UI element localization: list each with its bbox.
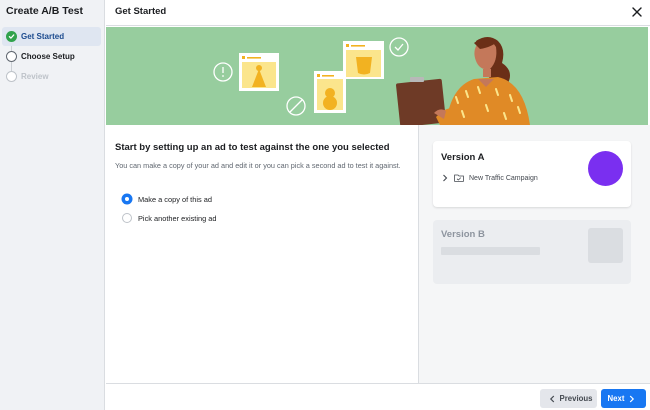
check-circle-icon	[6, 31, 17, 42]
radio-button-selected[interactable]	[122, 194, 132, 204]
next-label: Next	[607, 394, 625, 403]
campaign-row[interactable]: New Traffic Campaign	[441, 174, 538, 182]
banner-illustration	[106, 27, 648, 125]
next-button[interactable]: Next	[601, 389, 646, 408]
step-choose-setup[interactable]: Choose Setup	[2, 47, 101, 66]
version-a-card[interactable]: Version A New Traffic Campaign	[433, 141, 631, 207]
placeholder-text-bar	[441, 247, 540, 255]
option-label: Make a copy of this ad	[138, 194, 212, 204]
folder-check-icon	[454, 174, 464, 182]
radio-button[interactable]	[122, 213, 132, 223]
sidebar: Create A/B Test Get Started Choose Setup…	[0, 0, 105, 410]
option-copy-ad[interactable]: Make a copy of this ad	[122, 194, 212, 204]
chevron-right-icon	[630, 395, 635, 402]
ab-test-illustration	[213, 37, 530, 125]
close-button[interactable]	[630, 5, 644, 19]
sidebar-title: Create A/B Test	[6, 5, 84, 17]
version-b-card: Version B	[433, 220, 631, 284]
empty-circle-icon	[6, 51, 17, 62]
previous-label: Previous	[559, 394, 593, 403]
step-label: Review	[21, 72, 49, 81]
section-description: You can make a copy of your ad and edit …	[115, 161, 401, 170]
step-label: Choose Setup	[21, 52, 75, 61]
dialog-footer: Previous Next	[106, 383, 650, 410]
option-label: Pick another existing ad	[138, 213, 217, 223]
empty-circle-icon	[6, 71, 17, 82]
chevron-left-icon	[549, 395, 554, 402]
version-b-title: Version B	[441, 229, 485, 240]
dialog-header: Get Started	[106, 0, 650, 26]
campaign-name: New Traffic Campaign	[469, 174, 538, 182]
page-title: Get Started	[115, 6, 167, 17]
close-icon	[632, 7, 642, 17]
chevron-right-icon	[443, 174, 448, 182]
previous-button[interactable]: Previous	[540, 389, 597, 408]
placeholder-thumbnail	[588, 228, 623, 263]
ad-preview-avatar	[588, 151, 623, 186]
option-existing-ad[interactable]: Pick another existing ad	[122, 213, 216, 223]
version-a-title: Version A	[441, 152, 485, 163]
section-title: Start by setting up an ad to test agains…	[115, 142, 390, 153]
setup-options-panel: Start by setting up an ad to test agains…	[106, 125, 418, 383]
step-review: Review	[2, 67, 101, 86]
step-label: Get Started	[21, 32, 65, 41]
step-get-started[interactable]: Get Started	[2, 27, 101, 46]
